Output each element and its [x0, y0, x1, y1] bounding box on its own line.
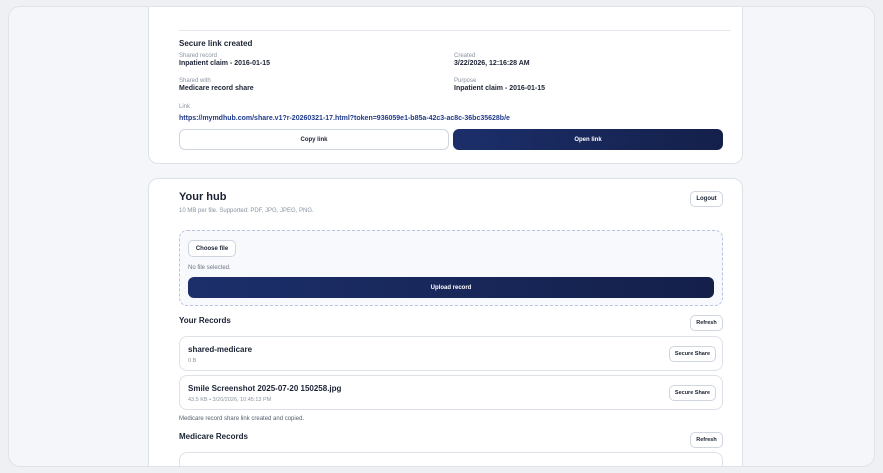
upload-record-button[interactable]: Upload record	[188, 277, 714, 298]
hub-card: Your hub 10 MB per file. Supported: PDF,…	[148, 178, 743, 466]
secure-share-button[interactable]: Secure Share	[669, 346, 716, 362]
refresh-records-button[interactable]: Refresh	[690, 315, 723, 331]
created-value: 3/22/2026, 12:16:28 AM	[454, 60, 530, 67]
logout-button[interactable]: Logout	[690, 191, 723, 207]
record-meta: 0 B	[188, 358, 197, 364]
refresh-medicare-button[interactable]: Refresh	[690, 432, 723, 448]
record-meta: 43.5 KB • 3/20/2026, 10:45:13 PM	[188, 397, 272, 403]
app-frame: Secure link created Shared record Inpati…	[8, 6, 875, 467]
link-label: Link	[179, 104, 191, 110]
record-item: Smile Screenshot 2025-07-20 150258.jpg 4…	[179, 375, 723, 410]
secure-share-button[interactable]: Secure Share	[669, 385, 716, 401]
shared-with-label: Shared with	[179, 78, 211, 84]
record-item: shared-medicare 0 B Secure Share	[179, 336, 723, 371]
choose-file-button[interactable]: Choose file	[188, 240, 236, 257]
purpose-value: Inpatient claim - 2016-01-15	[454, 85, 546, 92]
secure-link-heading: Secure link created	[179, 39, 253, 48]
your-records-title: Your Records	[179, 316, 231, 325]
hub-title: Your hub	[179, 191, 227, 203]
created-label: Created	[454, 53, 476, 59]
copy-link-button[interactable]: Copy link	[179, 129, 449, 150]
record-name: Smile Screenshot 2025-07-20 150258.jpg	[188, 384, 342, 393]
shared-record-label: Shared record	[179, 53, 218, 59]
record-name: shared-medicare	[188, 345, 253, 354]
open-link-button[interactable]: Open link	[453, 129, 723, 150]
secure-link-card: Secure link created Shared record Inpati…	[148, 7, 743, 164]
medicare-record-item	[179, 452, 723, 466]
divider	[179, 30, 730, 31]
shared-record-value: Inpatient claim - 2016-01-15	[179, 60, 271, 67]
share-link[interactable]: https://mymdhub.com/share.v1?r-20260321-…	[179, 115, 510, 122]
hub-subtitle: 10 MB per file. Supported: PDF, JPG, JPE…	[179, 208, 314, 214]
shared-with-value: Medicare record share	[179, 85, 254, 92]
medicare-records-title: Medicare Records	[179, 432, 248, 441]
no-file-text: No file selected.	[188, 265, 231, 271]
purpose-label: Purpose	[454, 78, 477, 84]
upload-dropzone[interactable]: Choose file No file selected. Upload rec…	[179, 230, 723, 306]
status-note: Medicare record share link created and c…	[179, 416, 305, 422]
